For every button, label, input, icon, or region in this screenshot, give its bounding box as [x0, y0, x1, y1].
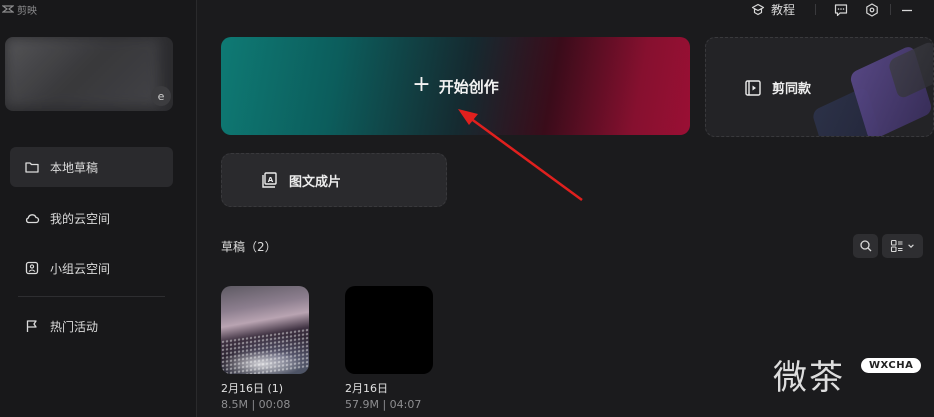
topbar-separator	[890, 4, 891, 15]
sidebar-item-label: 我的云空间	[50, 211, 111, 226]
draft-name: 2月16日 (1)	[221, 382, 284, 395]
settings-icon	[866, 3, 878, 17]
topbar-separator	[815, 4, 816, 15]
sidebar-item-my-cloud[interactable]: 我的云空间	[10, 198, 173, 238]
app-name: 剪映	[17, 5, 37, 17]
sidebar: 剪映 e 本地草稿 我的云空间 小组云空间 热门活动	[0, 0, 197, 417]
settings-button[interactable]	[865, 2, 879, 17]
cloud-icon	[25, 214, 40, 224]
minimize-button[interactable]	[900, 2, 914, 16]
watermark-badge: WXCHA	[861, 358, 922, 373]
tutorial-icon	[751, 3, 765, 15]
watermark: 微茶 WXCHA	[773, 350, 922, 399]
folder-icon	[25, 162, 39, 173]
plus-icon: +	[412, 72, 431, 97]
image-text-label: 图文成片	[289, 174, 342, 190]
template-icon	[745, 79, 761, 96]
blurred-avatar	[5, 37, 160, 107]
sidebar-item-team-cloud[interactable]: 小组云空间	[10, 248, 173, 288]
sidebar-item-local-drafts[interactable]: 本地草稿	[10, 147, 173, 187]
tutorial-button[interactable]: 教程	[751, 1, 795, 18]
team-cloud-icon	[25, 261, 39, 275]
svg-text:A: A	[268, 176, 274, 184]
watermark-text: 微茶	[773, 358, 845, 398]
feedback-icon	[834, 4, 848, 17]
search-button[interactable]	[853, 234, 878, 258]
search-icon	[859, 240, 871, 252]
flag-icon	[26, 320, 37, 332]
template-card[interactable]: 剪同款	[705, 37, 934, 137]
sidebar-divider	[18, 296, 165, 297]
app-logo: 剪映	[2, 2, 37, 17]
sidebar-item-hot-events[interactable]: 热门活动	[10, 306, 173, 346]
chevron-down-icon	[908, 244, 914, 248]
image-text-button[interactable]: A 图文成片	[221, 153, 447, 207]
thumbnail-texture	[221, 327, 309, 374]
capcut-logo-icon	[2, 5, 14, 13]
sidebar-item-label: 小组云空间	[50, 261, 111, 276]
tutorial-label: 教程	[771, 3, 796, 17]
feedback-button[interactable]	[834, 2, 848, 17]
template-label: 剪同款	[772, 82, 812, 97]
profile-card[interactable]: e	[5, 37, 173, 111]
start-creating-label: 开始创作	[438, 77, 499, 96]
start-creating-button[interactable]: + 开始创作	[221, 37, 690, 135]
draft-meta: 8.5M | 00:08	[221, 398, 291, 411]
draft-thumbnail[interactable]	[345, 286, 433, 374]
grid-view-icon	[890, 239, 903, 253]
draft-thumbnail[interactable]	[221, 286, 309, 374]
sidebar-item-label: 热门活动	[50, 319, 99, 334]
drafts-title: 草稿（2）	[221, 240, 277, 254]
profile-badge: e	[151, 86, 171, 106]
draft-meta: 57.9M | 04:07	[345, 398, 422, 411]
view-toggle-button[interactable]	[882, 234, 923, 258]
template-label-group: 剪同款	[744, 78, 811, 97]
image-text-icon: A	[262, 172, 277, 188]
draft-name: 2月16日	[345, 382, 388, 395]
sidebar-item-label: 本地草稿	[50, 160, 99, 175]
minimize-icon	[902, 9, 912, 12]
